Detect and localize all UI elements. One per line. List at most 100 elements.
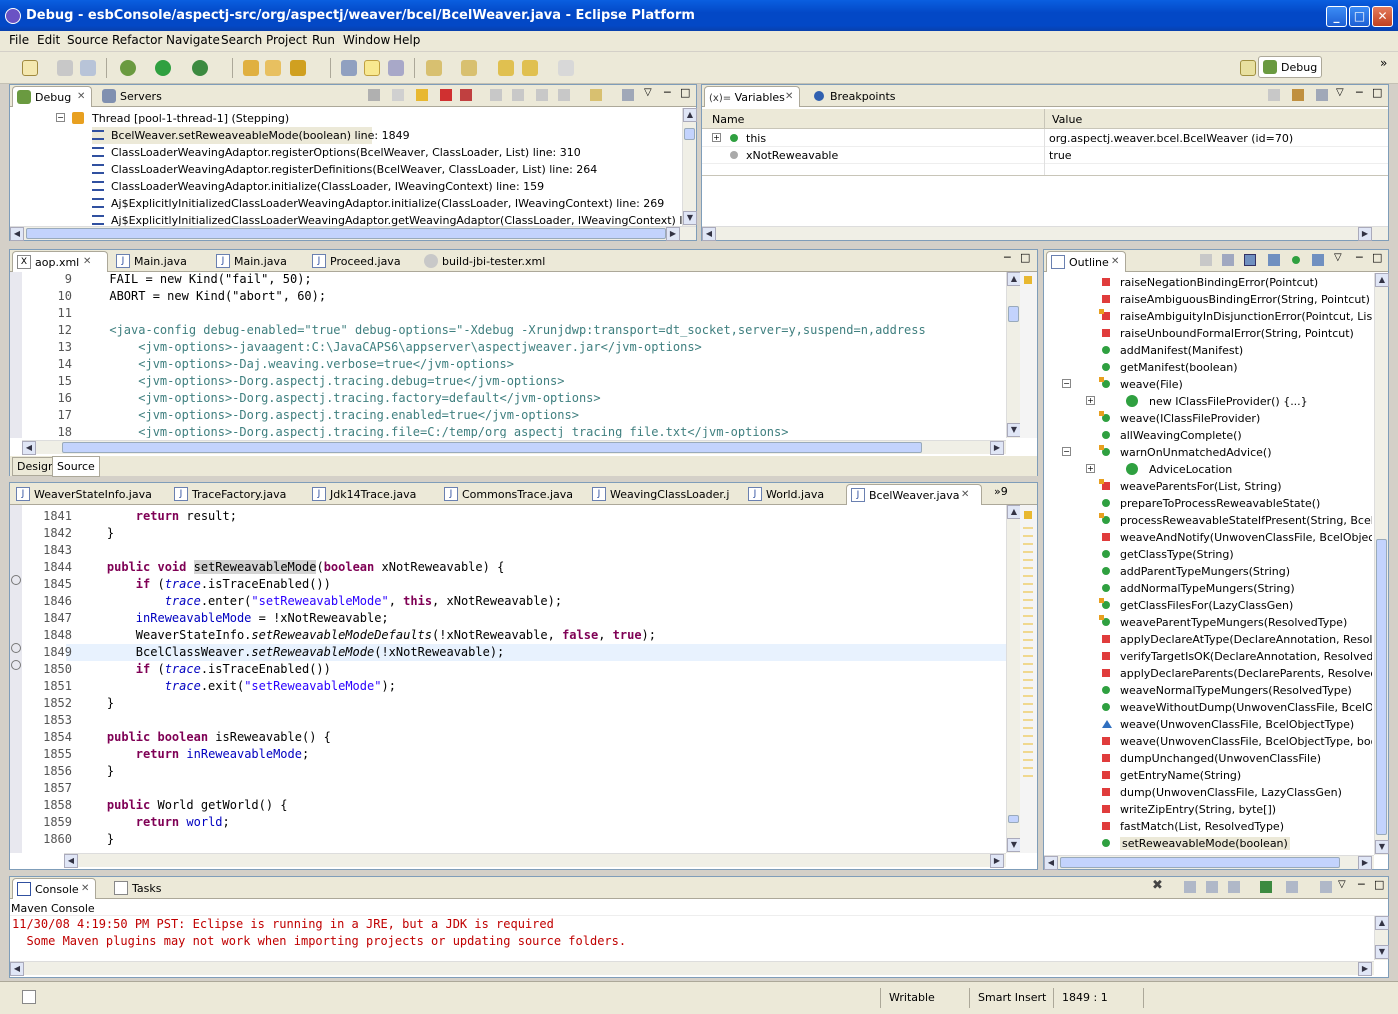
scroll-down-icon[interactable]: ▼ xyxy=(1007,838,1021,852)
tab-aop-xml[interactable]: X aop.xml ✕ xyxy=(12,251,108,272)
show-type-names-icon[interactable] xyxy=(1268,89,1280,101)
view-menu-chevron-icon[interactable]: ▽ xyxy=(1334,252,1342,263)
java-code-area[interactable]: 1841 return result; 1842 } 1843 1844 pub… xyxy=(22,505,1006,853)
scroll-thumb[interactable] xyxy=(1376,539,1387,835)
outline-item[interactable]: − warnOnUnmatchedAdvice() xyxy=(1044,444,1372,461)
run-icon[interactable] xyxy=(155,60,171,76)
forward-icon[interactable] xyxy=(558,60,574,76)
menu-run[interactable]: Run xyxy=(312,33,335,47)
outline-item[interactable]: writeZipEntry(String, byte[]) xyxy=(1044,801,1372,818)
variable-row[interactable]: xNotReweavable true xyxy=(702,147,1388,164)
show-whitespace-icon[interactable] xyxy=(388,60,404,76)
menu-navigate[interactable]: Navigate xyxy=(166,33,220,47)
menu-file[interactable]: File xyxy=(9,33,29,47)
outline-item[interactable]: prepareToProcessReweavableState() xyxy=(1044,495,1372,512)
outline-item[interactable]: getManifest(boolean) xyxy=(1044,359,1372,376)
drop-to-frame-icon[interactable] xyxy=(558,89,570,101)
tab-outline[interactable]: Outline ✕ xyxy=(1046,251,1126,272)
outline-item[interactable]: addNormalTypeMungers(String) xyxy=(1044,580,1372,597)
outline-item[interactable]: raiseNegationBindingError(Pointcut) xyxy=(1044,274,1372,291)
tab-variables[interactable]: (x)= Variables ✕ xyxy=(704,86,800,107)
tab-weaverstateinfo-java[interactable]: J WeaverStateInfo.java xyxy=(12,484,168,505)
java-horizontal-scrollbar[interactable]: ◀ ▶ xyxy=(64,853,1006,868)
scroll-down-icon[interactable]: ▼ xyxy=(1375,945,1389,959)
menu-project[interactable]: Project xyxy=(266,33,307,47)
minimize-view-icon[interactable]: ─ xyxy=(664,86,671,99)
view-menu-chevron-icon[interactable]: ▽ xyxy=(1336,87,1344,98)
outline-item[interactable]: applyDeclareParents(DeclareParents, Reso… xyxy=(1044,665,1372,682)
console-vertical-scrollbar[interactable]: ▲ ▼ xyxy=(1374,916,1389,960)
open-folder-icon[interactable] xyxy=(265,60,281,76)
outline-item[interactable]: raiseAmbiguityInDisjunctionError(Pointcu… xyxy=(1044,308,1372,325)
outline-item[interactable]: weave(UnwovenClassFile, BcelObjectType, … xyxy=(1044,733,1372,750)
outline-item[interactable]: weaveAndNotify(UnwovenClassFile, BcelObj… xyxy=(1044,529,1372,546)
hide-fields-icon[interactable] xyxy=(1200,254,1212,266)
scroll-up-icon[interactable]: ▲ xyxy=(1007,272,1021,286)
xml-horizontal-scrollbar[interactable]: ◀ ▶ xyxy=(22,440,1006,455)
maximize-view-icon[interactable]: □ xyxy=(1020,251,1030,264)
scroll-down-icon[interactable]: ▼ xyxy=(1007,423,1021,437)
terminate-icon[interactable] xyxy=(440,89,452,101)
collapse-icon[interactable]: − xyxy=(1062,447,1071,456)
menu-source[interactable]: Source xyxy=(67,33,108,47)
scroll-up-icon[interactable]: ▲ xyxy=(1375,916,1389,930)
close-window-button[interactable]: ✕ xyxy=(1372,6,1393,27)
word-wrap-icon[interactable] xyxy=(1228,881,1240,893)
outline-item[interactable]: + AdviceLocation xyxy=(1044,461,1372,478)
scroll-down-icon[interactable]: ▼ xyxy=(1375,840,1389,854)
collapse-icon[interactable]: − xyxy=(56,113,65,122)
menu-refactor[interactable]: Refactor xyxy=(112,33,162,47)
disconnect-icon[interactable] xyxy=(460,89,472,101)
open-perspective-icon[interactable] xyxy=(1240,60,1256,76)
tab-tracefactory-java[interactable]: J TraceFactory.java xyxy=(170,484,306,505)
console-horizontal-scrollbar[interactable]: ◀ ▶ xyxy=(10,961,1374,976)
print-icon[interactable] xyxy=(80,60,96,76)
save-icon[interactable] xyxy=(57,60,73,76)
tab-world-java[interactable]: J World.java xyxy=(744,484,844,505)
scroll-right-icon[interactable]: ▶ xyxy=(666,227,680,241)
scroll-right-icon[interactable]: ▶ xyxy=(1358,227,1372,241)
pin-console-icon[interactable] xyxy=(1260,881,1272,893)
trace-marker-icon[interactable] xyxy=(11,643,21,653)
scroll-right-icon[interactable]: ▶ xyxy=(990,854,1004,868)
view-menu-chevron-icon[interactable]: ▽ xyxy=(644,87,652,98)
perspective-overflow-icon[interactable]: » xyxy=(1380,56,1387,70)
use-step-filters-icon[interactable] xyxy=(590,89,602,101)
column-value[interactable]: Value xyxy=(1052,113,1082,126)
collapse-icon[interactable]: − xyxy=(1062,379,1071,388)
outline-item[interactable]: weaveParentTypeMungers(ResolvedType) xyxy=(1044,614,1372,631)
variables-horizontal-scrollbar[interactable]: ◀ ▶ xyxy=(702,226,1388,241)
open-task-icon[interactable] xyxy=(290,60,306,76)
previous-annotation-icon[interactable] xyxy=(461,60,477,76)
debug-run-icon[interactable] xyxy=(120,60,136,76)
outline-item[interactable]: weaveWithoutDump(UnwovenClassFile, BcelO… xyxy=(1044,699,1372,716)
tab-build-jbi-tester-xml[interactable]: build-jbi-tester.xml xyxy=(420,251,556,272)
console-output[interactable]: 11/30/08 4:19:50 PM PST: Eclipse is runn… xyxy=(10,917,1372,959)
outline-item[interactable]: weave(UnwovenClassFile, BcelObjectType) xyxy=(1044,716,1372,733)
xml-vertical-scrollbar[interactable]: ▲ ▼ xyxy=(1006,272,1021,438)
maximize-button[interactable]: □ xyxy=(1349,6,1370,27)
tab-commonstrace-java[interactable]: J CommonsTrace.java xyxy=(440,484,588,505)
resume-icon[interactable] xyxy=(392,89,404,101)
close-icon[interactable]: ✕ xyxy=(81,883,89,894)
maximize-view-icon[interactable]: □ xyxy=(680,86,690,99)
expand-icon[interactable]: + xyxy=(712,133,721,142)
expand-icon[interactable]: + xyxy=(1086,396,1095,405)
next-annotation-icon[interactable] xyxy=(426,60,442,76)
warning-marker[interactable] xyxy=(1024,511,1032,519)
view-menu-icon[interactable] xyxy=(622,89,634,101)
outline-vertical-scrollbar[interactable]: ▲ ▼ xyxy=(1374,273,1389,855)
open-type-icon[interactable] xyxy=(243,60,259,76)
tab-breakpoints[interactable]: Breakpoints xyxy=(808,86,904,107)
scroll-thumb[interactable] xyxy=(1008,306,1019,322)
java-vertical-scrollbar[interactable]: ▲ ▼ xyxy=(1006,505,1021,853)
scroll-left-icon[interactable]: ◀ xyxy=(10,962,24,976)
maximize-view-icon[interactable]: □ xyxy=(1374,878,1384,891)
collapse-all-icon[interactable] xyxy=(1316,89,1328,101)
outline-horizontal-scrollbar[interactable]: ◀ ▶ xyxy=(1044,855,1374,870)
warning-marker[interactable] xyxy=(1024,276,1032,284)
close-icon[interactable]: ✕ xyxy=(961,489,969,500)
step-over-icon[interactable] xyxy=(512,89,524,101)
outline-item[interactable]: raiseUnboundFormalError(String, Pointcut… xyxy=(1044,325,1372,342)
minimize-view-icon[interactable]: ─ xyxy=(1356,251,1363,264)
